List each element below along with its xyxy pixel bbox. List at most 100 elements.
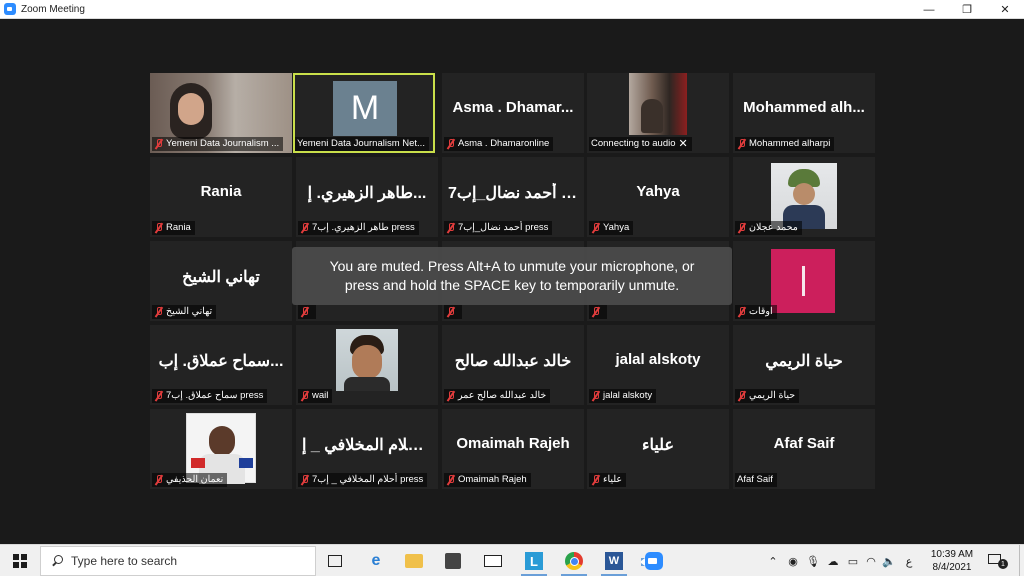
- participant-label: حياة الريمي: [735, 389, 800, 403]
- participant-tile[interactable]: تهاني الشيخ تهاني الشيخ: [150, 241, 292, 321]
- clock-date: 8/4/2021: [932, 562, 972, 573]
- restore-button[interactable]: ❐: [948, 0, 986, 19]
- chrome-icon[interactable]: [561, 552, 587, 576]
- notification-center-icon[interactable]: 1: [986, 553, 1008, 569]
- toast-line-2: press and hold the SPACE key to temporar…: [344, 277, 680, 293]
- participant-display-name: Omaimah Rajeh: [456, 435, 570, 452]
- participant-display-name: حياة الريمي: [765, 353, 843, 370]
- word-icon[interactable]: W: [601, 552, 627, 576]
- participant-label: wail: [298, 389, 333, 403]
- participant-label: Connecting to audio ✕: [589, 137, 692, 151]
- window-controls: — ❐ ✕: [910, 0, 1024, 19]
- battery-icon[interactable]: ▭: [846, 554, 860, 568]
- participant-tile[interactable]: Mohammed alh... Mohammed alharpi: [733, 73, 875, 153]
- participant-display-name: تهاني الشيخ: [182, 269, 260, 286]
- participant-display-name: أحمد نضال_إب7 p...: [448, 185, 584, 202]
- mic-muted-icon: [300, 475, 309, 485]
- mic-muted-icon: [446, 223, 455, 233]
- mail-icon[interactable]: [484, 555, 502, 567]
- participant-label: [444, 305, 462, 319]
- window-title: Zoom Meeting: [21, 3, 85, 15]
- participant-tile[interactable]: Asma . Dhamar... Asma . Dhamaronline: [442, 73, 584, 153]
- participant-display-name: Asma . Dhamar...: [452, 99, 574, 116]
- close-icon[interactable]: ✕: [679, 137, 688, 151]
- volume-icon[interactable]: 🔈: [882, 554, 896, 568]
- participant-display-name: jalal alskoty: [615, 351, 701, 368]
- participant-label: Rania: [152, 221, 195, 235]
- microphone-icon[interactable]: 🎙: [806, 554, 820, 568]
- participant-tile[interactable]: Omaimah Rajeh Omaimah Rajeh: [442, 409, 584, 489]
- search-icon: [51, 555, 63, 567]
- participant-label: محمد عجلان: [735, 221, 802, 235]
- zoom-meeting-window: Zoom Meeting — ❐ ✕ Yemeni Data Journalis…: [0, 0, 1024, 576]
- chevron-up-icon[interactable]: ⌃: [766, 554, 780, 568]
- participant-label: أحلام المخلافي _ إب7 press: [298, 473, 428, 487]
- wifi-icon[interactable]: ◠: [864, 554, 878, 568]
- task-view-icon[interactable]: [328, 555, 342, 567]
- taskbar: Type here to search e L W ⌃ ◉ 🎙 ☁ ▭ ◠ 🔈 …: [0, 544, 1024, 576]
- participant-tile[interactable]: اوقات: [733, 241, 875, 321]
- participant-tile[interactable]: حياة الريمي حياة الريمي: [733, 325, 875, 405]
- mic-muted-icon: [446, 307, 455, 317]
- participant-video: [336, 329, 398, 391]
- mic-muted-icon: [737, 391, 746, 401]
- start-button[interactable]: [0, 545, 40, 576]
- participant-tile[interactable]: خالد عبدالله صالح خالد عبدالله صالح عمر: [442, 325, 584, 405]
- avatar: [771, 249, 835, 313]
- show-desktop-button[interactable]: [1019, 545, 1024, 576]
- cloud-icon[interactable]: ☁: [826, 554, 840, 568]
- close-button[interactable]: ✕: [986, 0, 1024, 19]
- participant-label: Asma . Dhamaronline: [444, 137, 554, 151]
- mic-muted-icon: [154, 391, 163, 401]
- zoom-icon[interactable]: [645, 552, 663, 570]
- participant-tile[interactable]: jalal alskoty jalal alskoty: [587, 325, 729, 405]
- participant-tile[interactable]: Yemeni Data Journalism ...: [150, 73, 292, 153]
- minimize-button[interactable]: —: [910, 0, 948, 19]
- participant-label: سماح عملاق. إب7 press: [152, 389, 268, 403]
- clock-time: 10:39 AM: [930, 549, 974, 560]
- clock[interactable]: 10:39 AM 8/4/2021: [920, 548, 984, 574]
- app-tray-icon[interactable]: ◉: [786, 554, 800, 568]
- participant-display-name: خالد عبدالله صالح: [454, 353, 572, 370]
- participant-tile[interactable]: Afaf Saif Afaf Saif: [733, 409, 875, 489]
- participant-tile[interactable]: سماح عملاق. إب... سماح عملاق. إب7 press: [150, 325, 292, 405]
- participant-label: [298, 305, 316, 319]
- participant-tile[interactable]: Rania Rania: [150, 157, 292, 237]
- participant-tile[interactable]: Connecting to audio ✕: [587, 73, 729, 153]
- participant-display-name: طاهر الزهيري. إ...: [307, 185, 427, 202]
- participant-label: Afaf Saif: [735, 473, 777, 487]
- participant-label: jalal alskoty: [589, 389, 657, 403]
- edge-icon[interactable]: e: [366, 551, 386, 571]
- participant-tile[interactable]: نعمان الحذيفي: [150, 409, 292, 489]
- participant-label: نعمان الحذيفي: [152, 473, 228, 487]
- muted-notification-toast: You are muted. Press Alt+A to unmute you…: [292, 247, 732, 305]
- participant-label: علياء: [589, 473, 627, 487]
- participant-label: Yahya: [589, 221, 634, 235]
- participant-tile[interactable]: طاهر الزهيري. إ... طاهر الزهيري. إب7 pre…: [296, 157, 438, 237]
- store-icon[interactable]: [445, 553, 461, 569]
- participant-tile[interactable]: علياء علياء: [587, 409, 729, 489]
- ime-indicator[interactable]: ع: [902, 554, 916, 568]
- participant-label: طاهر الزهيري. إب7 press: [298, 221, 419, 235]
- participant-tile-active-speaker[interactable]: M Yemeni Data Journalism Net...: [293, 73, 435, 153]
- mic-muted-icon: [591, 223, 600, 233]
- participant-video: [629, 73, 687, 135]
- taskbar-search-box[interactable]: Type here to search: [40, 546, 316, 576]
- participant-label: اوقات: [735, 305, 777, 319]
- participant-tile[interactable]: wail: [296, 325, 438, 405]
- mic-muted-icon: [591, 307, 600, 317]
- notification-count: 1: [998, 559, 1008, 569]
- participant-tile[interactable]: أحمد نضال_إب7 p... أحمد نضال_إب7 press: [442, 157, 584, 237]
- participant-display-name: Afaf Saif: [773, 435, 835, 452]
- participant-label: تهاني الشيخ: [152, 305, 217, 319]
- participant-display-name: أحلام المخلافي _ إ...: [302, 437, 436, 454]
- mic-muted-icon: [737, 223, 746, 233]
- mic-muted-icon: [591, 391, 600, 401]
- participant-tile[interactable]: Yahya Yahya: [587, 157, 729, 237]
- mic-muted-icon: [446, 139, 455, 149]
- participant-tile[interactable]: محمد عجلان: [733, 157, 875, 237]
- participant-tile[interactable]: أحلام المخلافي _ إ... أحلام المخلافي _ إ…: [296, 409, 438, 489]
- mic-muted-icon: [446, 391, 455, 401]
- l-app-icon[interactable]: L: [521, 552, 547, 576]
- file-explorer-icon[interactable]: [405, 554, 423, 568]
